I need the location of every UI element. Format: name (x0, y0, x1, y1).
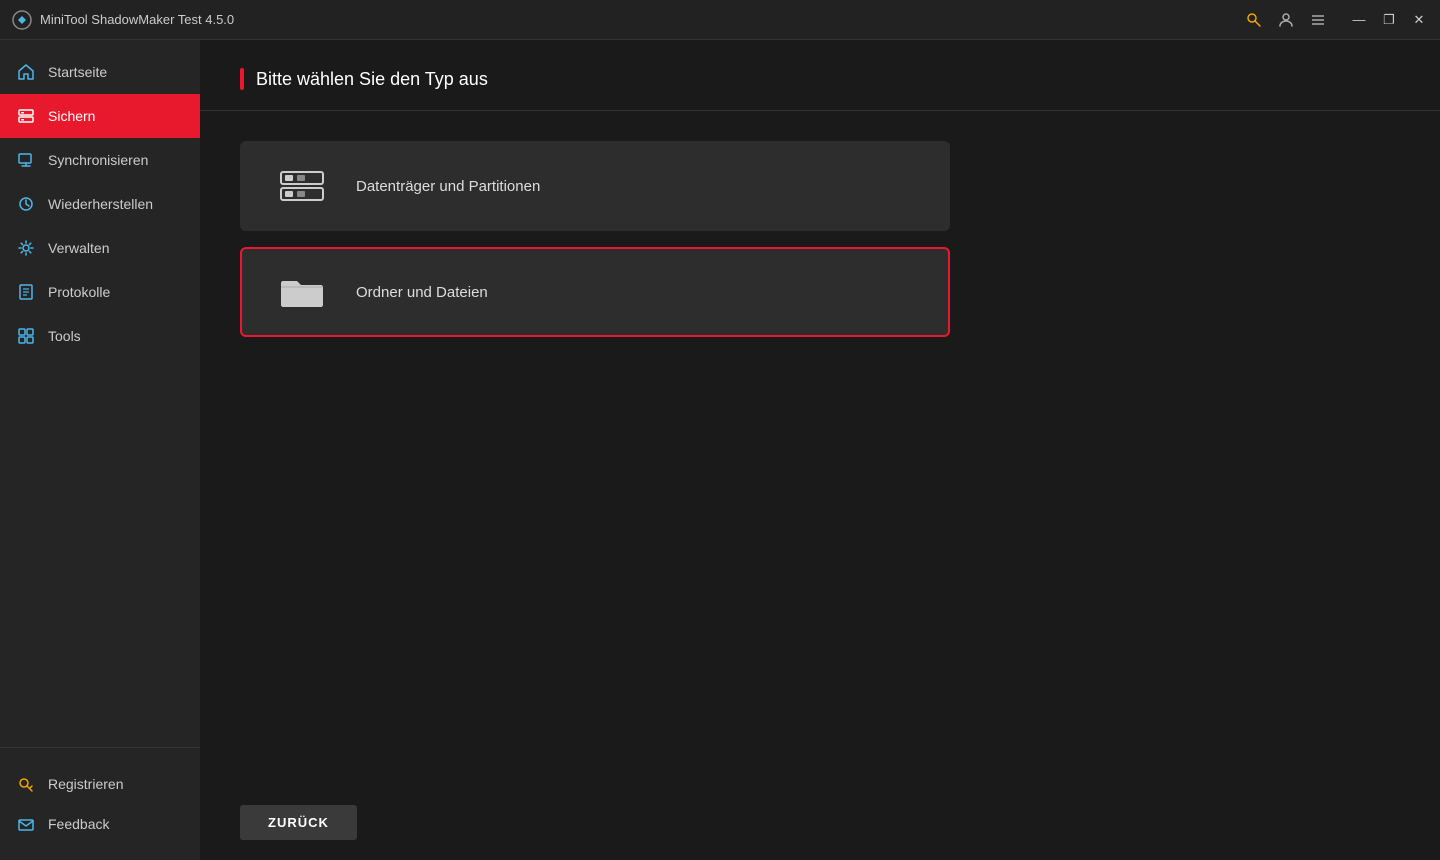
backup-icon (16, 106, 36, 126)
card-datentraeger[interactable]: Datenträger und Partitionen (240, 141, 950, 231)
sidebar-label-protokolle: Protokolle (48, 284, 110, 300)
sidebar-label-synchronisieren: Synchronisieren (48, 152, 148, 168)
sidebar-label-tools: Tools (48, 328, 81, 344)
manage-icon (16, 238, 36, 258)
sidebar-item-startseite[interactable]: Startseite (0, 50, 200, 94)
titlebar: MiniTool ShadowMaker Test 4.5.0 — ❐ (0, 0, 1440, 40)
sidebar-label-verwalten: Verwalten (48, 240, 109, 256)
mail-icon (16, 814, 36, 834)
sidebar-label-sichern: Sichern (48, 108, 95, 124)
sidebar-item-tools[interactable]: Tools (0, 314, 200, 358)
content-body: Datenträger und Partitionen Ordner und D… (200, 111, 1440, 785)
home-icon (16, 62, 36, 82)
sidebar-item-registrieren[interactable]: Registrieren (0, 764, 200, 804)
key-icon (16, 774, 36, 794)
main-layout: Startseite Sichern (0, 40, 1440, 860)
disk-icon (272, 156, 332, 216)
sidebar-item-verwalten[interactable]: Verwalten (0, 226, 200, 270)
user-icon[interactable] (1278, 12, 1294, 28)
menu-icon[interactable] (1310, 12, 1326, 28)
log-icon (16, 282, 36, 302)
sidebar-item-wiederherstellen[interactable]: Wiederherstellen (0, 182, 200, 226)
sidebar-label-feedback: Feedback (48, 816, 109, 832)
page-title: Bitte wählen Sie den Typ aus (256, 69, 488, 90)
titlebar-controls: — ❐ ✕ (1246, 11, 1428, 29)
title-accent-bar (240, 68, 244, 90)
sidebar-label-wiederherstellen: Wiederherstellen (48, 196, 153, 212)
card-ordner[interactable]: Ordner und Dateien (240, 247, 950, 337)
sidebar-item-feedback[interactable]: Feedback (0, 804, 200, 844)
back-button[interactable]: ZURÜCK (240, 805, 357, 840)
maximize-button[interactable]: ❐ (1380, 11, 1398, 29)
pin-icon[interactable] (1246, 12, 1262, 28)
sidebar-item-protokolle[interactable]: Protokolle (0, 270, 200, 314)
folder-icon (272, 262, 332, 322)
app-logo (12, 10, 32, 30)
content-footer: ZURÜCK (200, 785, 1440, 860)
sync-icon (16, 150, 36, 170)
content-header: Bitte wählen Sie den Typ aus (200, 40, 1440, 111)
sidebar-label-registrieren: Registrieren (48, 776, 123, 792)
sidebar-nav: Startseite Sichern (0, 40, 200, 747)
sidebar-bottom: Registrieren Feedback (0, 747, 200, 860)
sidebar: Startseite Sichern (0, 40, 200, 860)
close-button[interactable]: ✕ (1410, 11, 1428, 29)
sidebar-item-sichern[interactable]: Sichern (0, 94, 200, 138)
app-title: MiniTool ShadowMaker Test 4.5.0 (40, 12, 234, 27)
tools-icon (16, 326, 36, 346)
window-controls: — ❐ ✕ (1350, 11, 1428, 29)
minimize-button[interactable]: — (1350, 11, 1368, 29)
card-datentraeger-label: Datenträger und Partitionen (356, 178, 540, 195)
sidebar-item-synchronisieren[interactable]: Synchronisieren (0, 138, 200, 182)
titlebar-left: MiniTool ShadowMaker Test 4.5.0 (12, 10, 234, 30)
sidebar-label-startseite: Startseite (48, 64, 107, 80)
card-ordner-label: Ordner und Dateien (356, 284, 488, 301)
restore-icon (16, 194, 36, 214)
content-area: Bitte wählen Sie den Typ aus Datent (200, 40, 1440, 860)
